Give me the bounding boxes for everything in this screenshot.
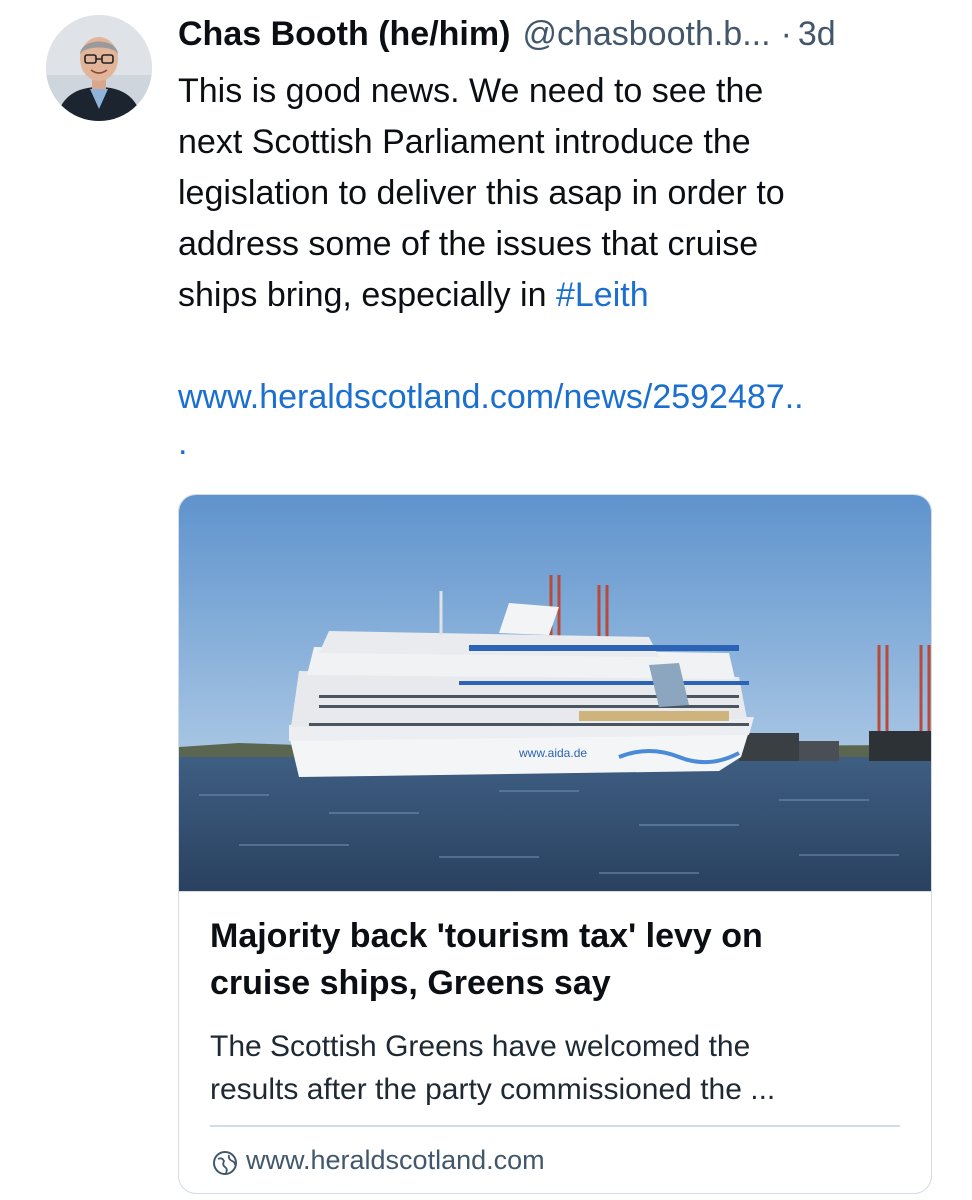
- link-card-description: The Scottish Greens have welcomed the re…: [210, 1025, 900, 1111]
- post-text-line: This is good news. We need to see the: [178, 72, 764, 110]
- link-card-title-line: cruise ships, Greens say: [210, 964, 611, 1002]
- link-card-description-line: results after the party commissioned the…: [210, 1073, 776, 1106]
- author-handle[interactable]: @chasbooth.b...: [522, 12, 770, 56]
- post-text-line: address some of the issues that cruise: [178, 225, 759, 263]
- article-url-link[interactable]: www.heraldscotland.com/news/2592487..: [178, 378, 804, 416]
- globe-icon: [212, 1147, 238, 1175]
- post-link-line: www.heraldscotland.com/news/2592487..: [178, 372, 938, 423]
- post-timestamp[interactable]: 3d: [798, 12, 836, 56]
- hashtag-link[interactable]: #Leith: [556, 276, 649, 314]
- link-card-divider: [210, 1125, 900, 1127]
- post-text-line: legislation to deliver this asap in orde…: [178, 174, 785, 212]
- user-avatar-icon: [46, 15, 152, 121]
- link-card-title[interactable]: Majority back 'tourism tax' levy on crui…: [210, 913, 900, 1007]
- link-card-domain[interactable]: www.heraldscotland.com: [212, 1140, 545, 1180]
- hull-caption: www.aida.de: [518, 746, 587, 760]
- author-display-name[interactable]: Chas Booth (he/him): [178, 12, 510, 56]
- cruise-ship-photo-icon: www.aida.de: [179, 495, 931, 891]
- author-avatar[interactable]: [46, 15, 152, 121]
- link-card-description-line: The Scottish Greens have welcomed the: [210, 1030, 751, 1063]
- header-separator: ·: [780, 15, 792, 53]
- link-card-title-line: Majority back 'tourism tax' levy on: [210, 917, 763, 955]
- link-card-domain-text: www.heraldscotland.com: [246, 1145, 545, 1175]
- link-card-image[interactable]: www.aida.de: [179, 495, 931, 892]
- article-url-link-tail[interactable]: .: [178, 423, 938, 463]
- post-header: Chas Booth (he/him) @chasbooth.b... · 3d: [178, 12, 948, 56]
- post-text-line: ships bring, especially in #Leith: [178, 270, 938, 321]
- post-text-segment: ships bring, especially in: [178, 276, 556, 314]
- link-preview-card[interactable]: www.aida.de Majority back 'tourism tax' …: [178, 494, 932, 1194]
- post-text-line: next Scottish Parliament introduce the: [178, 123, 751, 161]
- post-body: This is good news. We need to see the ne…: [178, 66, 938, 463]
